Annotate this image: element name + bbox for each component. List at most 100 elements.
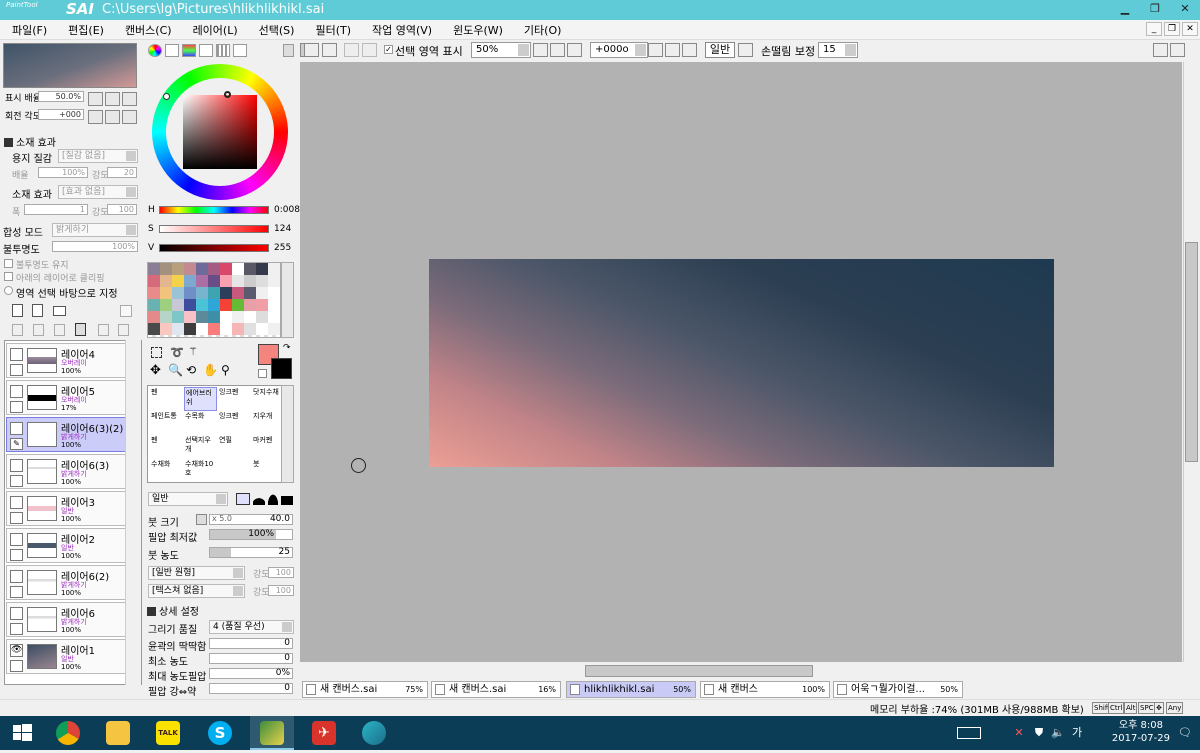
undo-icon[interactable] — [304, 43, 319, 57]
rotate-select[interactable]: +000ο — [590, 42, 648, 58]
stabilizer-select[interactable]: 15 — [818, 42, 858, 58]
color-swatch[interactable] — [256, 323, 268, 335]
view-mode-button[interactable]: 일반 — [705, 42, 735, 58]
rotate-reset-icon[interactable] — [682, 43, 697, 57]
layer-item[interactable]: 레이어2 일반 100% — [6, 528, 127, 563]
blend-mode-dropdown[interactable]: 밝게하기 — [52, 223, 138, 237]
color-swatch[interactable] — [232, 311, 244, 323]
clock[interactable]: 오후 8:08 2017-07-29 — [1112, 719, 1170, 745]
notification-icon[interactable]: 🗨 — [1178, 726, 1192, 740]
lock-toggle[interactable] — [10, 364, 23, 376]
color-swatch[interactable] — [268, 323, 280, 335]
scroll-thumb[interactable] — [585, 665, 813, 677]
menu-edit[interactable]: 편집(E) — [56, 22, 113, 38]
color-swatch[interactable] — [256, 311, 268, 323]
quality-dropdown[interactable]: 4 (품질 우선) — [209, 620, 294, 634]
chrome-taskbar-button[interactable] — [46, 716, 90, 750]
color-swatch[interactable] — [148, 323, 160, 335]
color-swatch[interactable] — [160, 287, 172, 299]
toolbar-close-icon[interactable] — [1170, 43, 1185, 57]
zoom-icon[interactable]: 🔍 — [168, 363, 183, 377]
swatch-palette[interactable] — [147, 262, 281, 338]
zoom-out-button[interactable] — [88, 92, 103, 106]
color-swatch[interactable] — [184, 299, 196, 311]
color-swatch[interactable] — [220, 311, 232, 323]
swap-colors-icon[interactable]: ↷ — [283, 343, 291, 353]
volume-icon[interactable]: 🔈 — [1051, 726, 1065, 740]
color-swatch[interactable] — [208, 323, 220, 335]
clipping-checkbox[interactable] — [4, 272, 13, 281]
rotate-ccw-button[interactable] — [88, 110, 103, 124]
visibility-toggle[interactable] — [10, 348, 23, 361]
color-wheel[interactable] — [152, 64, 288, 200]
rect-select-icon[interactable] — [151, 347, 162, 358]
menu-file[interactable]: 파일(F) — [0, 22, 56, 38]
color-swatch[interactable] — [196, 275, 208, 287]
visibility-toggle[interactable] — [10, 385, 23, 398]
language-icon[interactable]: 가 — [1070, 726, 1084, 740]
density-slider[interactable]: 25 — [209, 547, 293, 558]
layer-item[interactable]: 레이어6(2) 밝게하기 100% — [6, 565, 127, 600]
color-swatch[interactable] — [232, 299, 244, 311]
lock-toggle[interactable] — [10, 401, 23, 413]
layer-item[interactable]: 👁 레이어1 일반 100% — [6, 639, 127, 674]
zoom-select[interactable]: 50% — [471, 42, 531, 58]
visibility-toggle[interactable] — [10, 607, 23, 620]
color-swatch[interactable] — [244, 275, 256, 287]
hand-icon[interactable]: ✋ — [203, 363, 218, 377]
start-button[interactable] — [0, 716, 44, 750]
color-swatch[interactable] — [148, 299, 160, 311]
layer-item[interactable]: 레이어4 오버레이 100% — [6, 343, 127, 378]
pen-icon[interactable]: ✎ — [10, 438, 23, 450]
min-size-slider[interactable]: 100% — [209, 529, 293, 540]
color-swatch[interactable] — [148, 263, 160, 275]
layer-item[interactable]: 레이어6(3) 밝게하기 100% — [6, 454, 127, 489]
lock-toggle[interactable] — [10, 549, 23, 561]
max-pressure-slider[interactable]: 0% — [209, 668, 293, 679]
toolbar-option-icon[interactable] — [1153, 43, 1168, 57]
brush-edge-sharp-icon[interactable] — [236, 493, 250, 505]
scroll-thumb[interactable] — [1185, 242, 1198, 462]
brush-shape-type-dropdown[interactable]: [일반 원형] — [148, 566, 245, 580]
paper-dropdown[interactable]: [질감 없음] — [58, 149, 138, 163]
sai-taskbar-button[interactable] — [250, 716, 294, 750]
document-tab[interactable]: 새 캔버스.sai 75% — [302, 681, 428, 698]
color-swatch[interactable] — [172, 323, 184, 335]
move-layer-icon[interactable] — [98, 324, 109, 336]
brush-edge-flat-icon[interactable] — [281, 496, 293, 505]
lock-toggle[interactable] — [10, 586, 23, 598]
color-swatch[interactable] — [244, 311, 256, 323]
visibility-toggle[interactable] — [10, 459, 23, 472]
color-swatch[interactable] — [244, 287, 256, 299]
layer-list-scrollbar[interactable] — [125, 340, 141, 685]
color-swatch[interactable] — [160, 275, 172, 287]
color-swatch[interactable] — [184, 311, 196, 323]
close-button[interactable]: ✕ — [1170, 0, 1200, 20]
min-density-slider[interactable]: 0 — [209, 653, 293, 664]
color-swatch[interactable] — [184, 323, 196, 335]
effect-dropdown[interactable]: [효과 없음] — [58, 185, 138, 199]
color-swatch[interactable] — [208, 263, 220, 275]
brush-tool-slot[interactable]: 수목화 — [184, 411, 217, 435]
color-swatch[interactable] — [148, 275, 160, 287]
visibility-toggle[interactable] — [10, 570, 23, 583]
move-icon[interactable]: ✥ — [150, 363, 161, 378]
zoom-reset-button[interactable] — [122, 92, 137, 106]
color-wheel-tab-icon[interactable] — [148, 44, 162, 57]
color-swatch[interactable] — [196, 263, 208, 275]
menu-filter[interactable]: 필터(T) — [303, 22, 360, 38]
pin-app-taskbar-button[interactable]: ✈ — [302, 716, 346, 750]
texture-strength-slider[interactable]: 100 — [268, 585, 294, 596]
brush-tool-slot[interactable]: 잉크펜 — [218, 411, 251, 435]
color-swatch[interactable] — [256, 275, 268, 287]
width-slider[interactable]: 1 — [24, 204, 88, 215]
panel-menu-icon[interactable] — [283, 44, 294, 57]
skype-taskbar-button[interactable]: S — [198, 716, 242, 750]
new-layer-icon[interactable] — [12, 304, 23, 317]
layer-mask-icon[interactable] — [120, 305, 132, 317]
sv-marker[interactable] — [224, 91, 231, 98]
selection-source-radio[interactable] — [4, 286, 13, 295]
color-swatch[interactable] — [220, 299, 232, 311]
color-swatch[interactable] — [208, 299, 220, 311]
layer-item[interactable]: 레이어6 밝게하기 100% — [6, 602, 127, 637]
